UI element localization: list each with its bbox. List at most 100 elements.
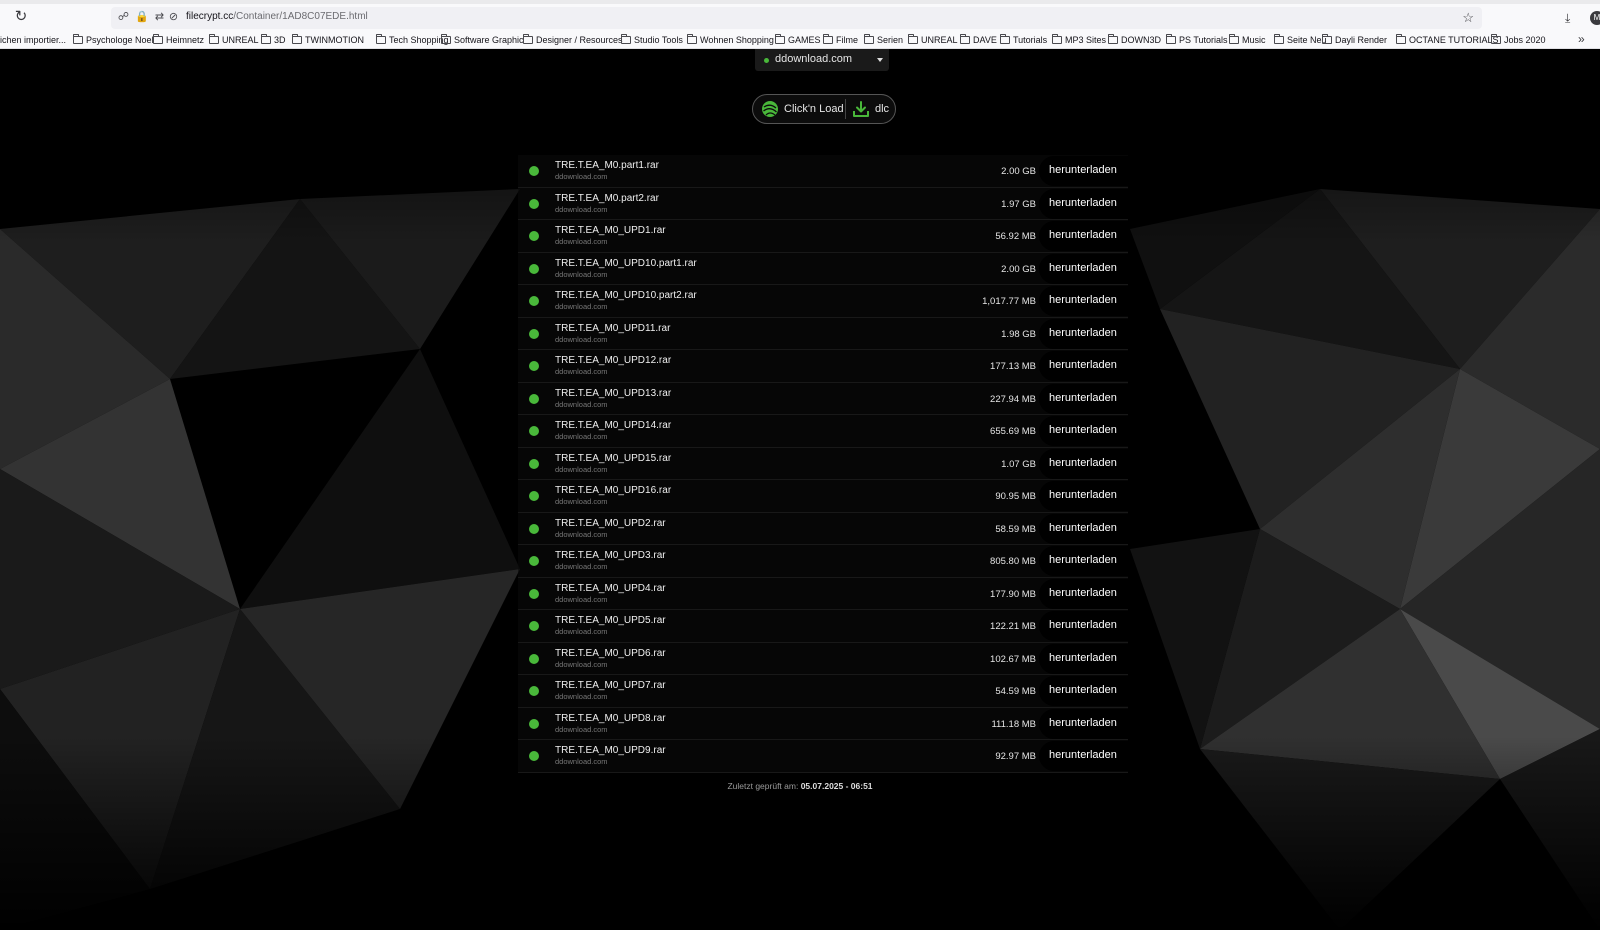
download-button-label: herunterladen (1049, 261, 1117, 274)
file-name: TRE.T.EA_M0_UPD15.rar (555, 452, 672, 464)
bookmark-item[interactable]: DAVE (960, 34, 997, 46)
container-actions: Click'n Load dlc (752, 94, 896, 124)
bookmark-item[interactable]: DOWN3D (1108, 34, 1161, 46)
url-path: /Container/1AD8C07EDE.html (233, 11, 368, 22)
file-row: TRE.T.EA_M0_UPD13.rar ddownload.com 227.94… (518, 382, 1128, 415)
dlc-button[interactable]: dlc (846, 95, 896, 123)
url-text[interactable]: filecrypt.cc/Container/1AD8C07EDE.html (186, 11, 368, 22)
bookmark-label: Heimnetz (166, 35, 205, 45)
folder-icon (1229, 34, 1239, 44)
bookmark-item[interactable]: Serien (864, 34, 903, 46)
address-bar[interactable]: ☍ 🔒 ⇄ ⊘ filecrypt.cc/Container/1AD8C07ED… (111, 7, 1482, 29)
download-button[interactable]: herunterladen (1039, 318, 1128, 349)
download-button[interactable]: herunterladen (1039, 676, 1128, 706)
bookmark-star-icon[interactable]: ☆ (1462, 10, 1474, 26)
file-host: ddownload.com (555, 594, 608, 604)
download-button[interactable]: herunterladen (1039, 416, 1128, 446)
bookmark-item[interactable]: Tech Shopping (376, 34, 449, 46)
bookmark-item[interactable]: PS Tutorials (1166, 34, 1228, 46)
chevron-double-right-icon[interactable]: » (1578, 32, 1585, 46)
bookmark-label: UNREAL (921, 35, 958, 45)
download-button[interactable]: herunterladen (1039, 481, 1128, 511)
bookmark-label: ichen importier... (0, 35, 67, 45)
bookmark-item[interactable]: ichen importier... (0, 34, 66, 46)
bookmark-item[interactable]: Designer / Resources (523, 34, 623, 46)
file-row: TRE.T.EA_M0_UPD9.rar ddownload.com 92.97 M… (518, 740, 1128, 773)
download-button[interactable]: herunterladen (1039, 448, 1128, 479)
file-row: TRE.T.EA_M0_UPD15.rar ddownload.com 1.07 G… (518, 447, 1128, 480)
bookmark-item[interactable]: OCTANE TUTORIALS (1396, 34, 1499, 46)
download-button[interactable]: herunterladen (1039, 741, 1128, 771)
download-button[interactable]: herunterladen (1039, 188, 1128, 219)
file-host: ddownload.com (555, 204, 608, 214)
bookmark-item[interactable]: Jobs 2020 (1491, 34, 1546, 46)
download-button[interactable]: herunterladen (1039, 643, 1128, 674)
bookmark-item[interactable]: Seite Neu (1274, 34, 1327, 46)
download-button[interactable]: herunterladen (1039, 221, 1128, 251)
download-button[interactable]: herunterladen (1039, 253, 1128, 284)
bookmark-item[interactable]: Studio Tools (621, 34, 683, 46)
bookmark-label: Music (1242, 35, 1266, 45)
bookmark-label: TWINMOTION (305, 35, 364, 45)
folder-icon (960, 34, 970, 44)
file-host: ddownload.com (555, 627, 608, 636)
online-status-dot (529, 393, 539, 404)
download-button-label: herunterladen (1049, 229, 1117, 241)
permissions-icon[interactable]: ⇄ (153, 11, 166, 24)
download-button[interactable]: herunterladen (1039, 351, 1128, 381)
folder-icon (621, 34, 631, 44)
download-button[interactable]: herunterladen (1039, 286, 1128, 316)
bookmark-item[interactable]: Software Graphic (441, 34, 524, 46)
downloads-icon[interactable]: ⤓ (1565, 11, 1570, 26)
bookmark-label: DAVE (973, 35, 997, 45)
download-button[interactable]: herunterladen (1039, 578, 1128, 609)
bookmark-item[interactable]: GAMES (775, 34, 821, 46)
bookmark-item[interactable]: 3D (261, 34, 286, 46)
last-checked-value: 05.07.2025 - 06:51 (800, 781, 873, 791)
download-button-label: herunterladen (1049, 554, 1117, 566)
reload-icon[interactable]: ↻ (13, 9, 29, 25)
blocked-icon[interactable]: ⊘ (167, 11, 180, 24)
bookmark-item[interactable]: Tutorials (1000, 34, 1047, 46)
online-status-dot (529, 621, 539, 631)
bookmark-item[interactable]: UNREAL (908, 34, 958, 46)
file-size: 2.00 GB (1001, 263, 1036, 275)
page-content: ddownload.com Click'n Load dlc TRE.T.EA_… (0, 49, 1600, 930)
online-status-dot (529, 231, 539, 241)
file-host: ddownload.com (555, 659, 608, 669)
download-button-label: herunterladen (1049, 326, 1117, 339)
bookmark-item[interactable]: TWINMOTION (292, 34, 364, 46)
download-button[interactable]: herunterladen (1039, 156, 1128, 186)
bookmark-item[interactable]: Music (1229, 34, 1266, 46)
download-button-label: herunterladen (1049, 521, 1117, 534)
folder-icon (73, 34, 83, 44)
bookmark-label: 3D (274, 35, 286, 45)
download-button[interactable]: herunterladen (1039, 383, 1128, 414)
account-icon[interactable]: M (1590, 11, 1600, 25)
clicknload-button[interactable]: Click'n Load (753, 95, 845, 123)
download-button-label: herunterladen (1049, 294, 1117, 306)
file-row: TRE.T.EA_M0_UPD3.rar ddownload.com 805.80 … (518, 545, 1128, 578)
bookmark-item[interactable]: MP3 Sites (1052, 34, 1106, 46)
shield-icon[interactable]: ☍ (117, 11, 130, 24)
bookmark-item[interactable]: Filme (823, 34, 858, 46)
bookmark-item[interactable]: Dayli Render (1322, 34, 1387, 46)
download-button[interactable]: herunterladen (1039, 546, 1128, 576)
mirror-select[interactable]: ddownload.com (755, 49, 889, 71)
download-button[interactable]: herunterladen (1039, 513, 1128, 544)
bookmark-item[interactable]: UNREAL (209, 34, 259, 46)
online-status-dot (529, 328, 539, 339)
file-host: ddownload.com (555, 724, 608, 734)
download-button-label: herunterladen (1049, 749, 1117, 761)
bookmark-item[interactable]: Psychologe Noel (73, 34, 154, 46)
download-button[interactable]: herunterladen (1039, 611, 1128, 641)
bookmark-item[interactable]: Heimnetz (153, 34, 204, 46)
lock-icon[interactable]: 🔒 (135, 11, 149, 24)
online-status-dot (529, 166, 539, 176)
download-button-label: herunterladen (1049, 196, 1117, 209)
folder-icon (908, 34, 918, 44)
clicknload-icon (762, 101, 778, 117)
folder-icon (209, 34, 219, 44)
download-button[interactable]: herunterladen (1039, 708, 1128, 739)
bookmark-item[interactable]: Wohnen Shopping (687, 34, 774, 46)
